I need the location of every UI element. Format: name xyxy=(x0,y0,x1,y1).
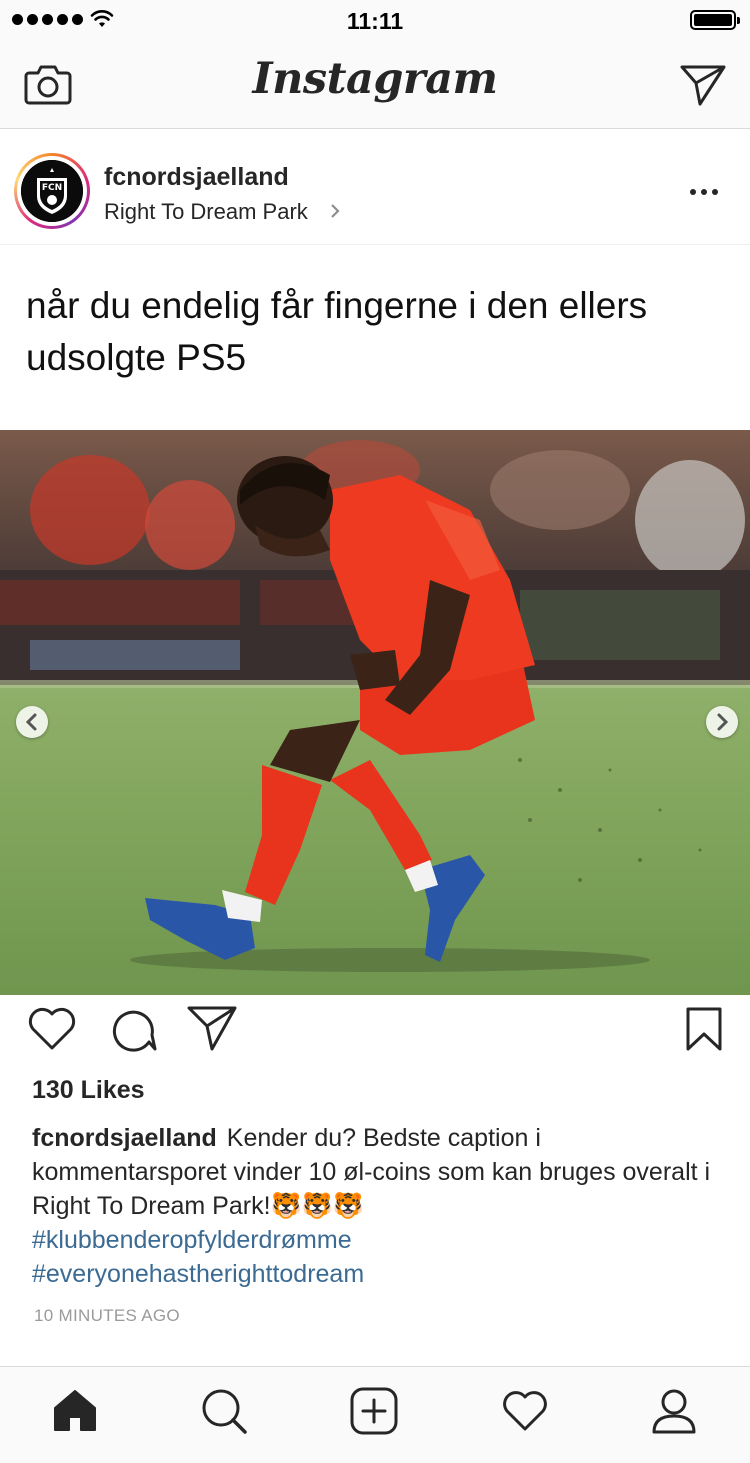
share-icon[interactable] xyxy=(186,1004,238,1052)
post-header: FCN fcnordsjaelland Right To Dream Park xyxy=(0,129,750,245)
previous-image-button[interactable] xyxy=(16,706,48,738)
post-caption: fcnordsjaelland Kender du? Bedste caption… xyxy=(32,1121,722,1291)
club-crest-icon: FCN xyxy=(21,160,83,222)
svg-text:FCN: FCN xyxy=(42,183,62,193)
battery-icon xyxy=(690,10,740,30)
home-icon[interactable] xyxy=(52,1387,98,1433)
avatar[interactable]: FCN xyxy=(14,153,90,229)
post-timestamp: 10 MINUTES AGO xyxy=(34,1306,180,1325)
more-options-icon[interactable] xyxy=(690,189,718,195)
search-icon[interactable] xyxy=(200,1387,248,1435)
top-navigation-bar: Instagram xyxy=(0,40,750,129)
profile-icon[interactable] xyxy=(650,1387,698,1435)
activity-heart-icon[interactable] xyxy=(500,1387,550,1433)
next-image-button[interactable] xyxy=(706,706,738,738)
new-post-icon[interactable] xyxy=(350,1387,398,1435)
status-time: 11:11 xyxy=(346,8,404,34)
bookmark-icon[interactable] xyxy=(684,1006,724,1052)
chevron-right-icon xyxy=(331,204,340,218)
bottom-tab-bar xyxy=(0,1366,750,1463)
hashtag-link[interactable]: #klubbenderopfylderdrømme xyxy=(32,1223,722,1257)
app-logo: Instagram xyxy=(252,54,498,104)
hashtag-link[interactable]: #everyonehastherighttodream xyxy=(32,1257,722,1291)
status-bar: 11:11 xyxy=(0,0,750,40)
caption-username[interactable]: fcnordsjaelland xyxy=(32,1124,217,1152)
post-username[interactable]: fcnordsjaelland xyxy=(104,163,289,192)
likes-count[interactable]: 130 Likes xyxy=(32,1076,145,1105)
comment-icon[interactable] xyxy=(108,1004,158,1052)
post-text: når du endelig får fingerne i den ellers… xyxy=(26,285,648,378)
post-image[interactable] xyxy=(0,430,750,995)
direct-message-icon[interactable] xyxy=(680,64,726,106)
like-heart-icon[interactable] xyxy=(26,1004,78,1052)
post-location[interactable]: Right To Dream Park xyxy=(104,199,308,225)
